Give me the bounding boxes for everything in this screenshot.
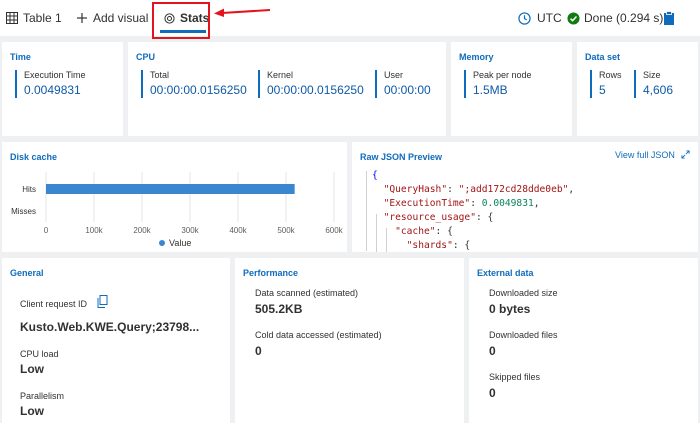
tab-table-1[interactable]: Table 1	[6, 0, 62, 36]
json-code-viewport[interactable]: { "QueryHash": ";add172cd28dde0eb", "Exe…	[352, 166, 698, 252]
time-card: Time Execution Time 0.0049831	[2, 42, 123, 136]
cpu-title: CPU	[136, 52, 156, 62]
cpu-user-value: 00:00:00	[384, 83, 431, 97]
cpu-card: CPU Total 00:00:00.0156250 Kernel 00:00:…	[128, 42, 446, 136]
general-card: General Client request ID Kusto.Web.KWE.…	[2, 258, 230, 423]
downloaded-files-value: 0	[489, 344, 496, 358]
x-tick-label: 100k	[85, 226, 103, 235]
downloaded-size-value: 0 bytes	[489, 302, 531, 316]
copy-icon[interactable]	[97, 295, 108, 313]
legend-label: Value	[169, 238, 191, 248]
cpu-kernel-value: 00:00:00.0156250	[267, 83, 364, 97]
skipped-files-value: 0	[489, 386, 496, 400]
rows-label: Rows	[599, 70, 622, 80]
tab-table-label: Table 1	[23, 11, 62, 25]
timezone-button[interactable]: UTC	[518, 0, 562, 36]
performance-card: Performance Data scanned (estimated) 505…	[235, 258, 464, 423]
highlight-box	[152, 2, 210, 39]
performance-title: Performance	[243, 268, 299, 278]
external-data-title: External data	[477, 268, 534, 278]
clock-icon	[518, 11, 531, 25]
category-label: Hits	[22, 185, 36, 194]
downloaded-files-label: Downloaded files	[489, 330, 558, 340]
downloaded-size-label: Downloaded size	[489, 288, 558, 298]
skipped-files-label: Skipped files	[489, 372, 541, 382]
data-scanned-label: Data scanned (estimated)	[255, 288, 359, 298]
category-label: Misses	[11, 207, 36, 216]
execution-time-value: 0.0049831	[24, 83, 81, 97]
plus-icon	[76, 12, 88, 24]
cpu-kernel-metric: Kernel 00:00:00.0156250	[258, 70, 364, 98]
external-data-card: External data Downloaded size 0 bytes Do…	[469, 258, 698, 423]
status-badge: Done (0.294 s)	[567, 0, 663, 36]
json-key-queryhash: "QueryHash"	[383, 184, 448, 195]
x-tick-label: 500k	[277, 226, 295, 235]
general-title: General	[10, 268, 44, 278]
client-request-label: Client request ID	[20, 299, 88, 309]
size-label: Size	[643, 70, 661, 80]
json-key-shards: "shards"	[406, 240, 453, 251]
json-key-cache: "cache"	[395, 226, 436, 237]
x-tick-label: 600k	[325, 226, 343, 235]
cpu-user-metric: User 00:00:00	[375, 70, 431, 98]
expand-icon	[681, 150, 690, 161]
clipboard-icon	[663, 11, 675, 25]
copy-clipboard-button[interactable]	[663, 0, 675, 36]
add-visual-label: Add visual	[93, 11, 149, 25]
x-tick-label: 300k	[181, 226, 199, 235]
bar-hits	[46, 184, 295, 194]
toolbar: Table 1 Add visual Stats UTC Done (0.294…	[0, 0, 700, 39]
cpu-total-label: Total	[150, 70, 170, 80]
size-value: 4,606	[643, 83, 674, 97]
parallelism-label: Parallelism	[20, 391, 65, 401]
cpu-load-value: Low	[20, 362, 44, 376]
rows-value: 5	[599, 83, 606, 97]
disk-cache-card: Disk cache 0 100k 200k 300k 400k 500k 600k Hits…	[2, 142, 347, 252]
dataset-title: Data set	[585, 52, 621, 62]
view-full-json-link[interactable]: View full JSON	[615, 150, 690, 161]
arrow-annotation	[214, 8, 271, 17]
timezone-label: UTC	[537, 11, 562, 25]
view-full-json-label: View full JSON	[615, 150, 675, 160]
cold-data-value: 0	[255, 344, 262, 358]
json-code: { "QueryHash": ";add172cd28dde0eb", "Exe…	[372, 170, 575, 251]
execution-time-label: Execution Time	[24, 70, 86, 80]
peak-memory-metric: Peak per node 1.5MB	[464, 70, 532, 98]
cpu-total-metric: Total 00:00:00.0156250	[141, 70, 247, 98]
cpu-total-value: 00:00:00.0156250	[150, 83, 247, 97]
parallelism-value: Low	[20, 404, 44, 418]
peak-memory-label: Peak per node	[473, 70, 532, 80]
disk-cache-chart: 0 100k 200k 300k 400k 500k 600k Hits Misses Value	[11, 172, 344, 248]
json-val-exectime: 0.0049831	[481, 198, 534, 209]
memory-card: Memory Peak per node 1.5MB	[451, 42, 572, 136]
dataset-card: Data set Rows 5 Size 4,606	[577, 42, 698, 136]
client-request-value: Kusto.Web.KWE.Query;23798...	[20, 320, 200, 334]
size-metric: Size 4,606	[634, 70, 673, 98]
cpu-kernel-label: Kernel	[267, 70, 294, 80]
rows-metric: Rows 5	[590, 70, 622, 98]
json-key-exectime: "ExecutionTime"	[383, 198, 471, 209]
legend-marker	[159, 240, 165, 246]
peak-memory-value: 1.5MB	[473, 83, 508, 97]
indent-guide	[366, 171, 367, 251]
json-preview-title: Raw JSON Preview	[360, 152, 443, 162]
x-tick-label: 200k	[133, 226, 151, 235]
json-val-queryhash: ";add172cd28dde0eb"	[458, 184, 569, 195]
check-circle-icon	[567, 11, 580, 25]
add-visual-button[interactable]: Add visual	[76, 0, 148, 36]
cpu-user-label: User	[384, 70, 404, 80]
json-key-resource: "resource_usage"	[383, 212, 476, 223]
x-tick-label: 0	[44, 226, 49, 235]
json-brace: {	[372, 170, 378, 181]
cold-data-label: Cold data accessed (estimated)	[255, 330, 382, 340]
data-scanned-value: 505.2KB	[255, 302, 303, 316]
status-label: Done (0.294 s)	[584, 11, 664, 25]
execution-time-metric: Execution Time 0.0049831	[15, 70, 86, 98]
memory-title: Memory	[459, 52, 494, 62]
x-tick-label: 400k	[229, 226, 247, 235]
time-title: Time	[10, 52, 31, 62]
table-icon	[6, 12, 18, 24]
cpu-load-label: CPU load	[20, 349, 59, 359]
